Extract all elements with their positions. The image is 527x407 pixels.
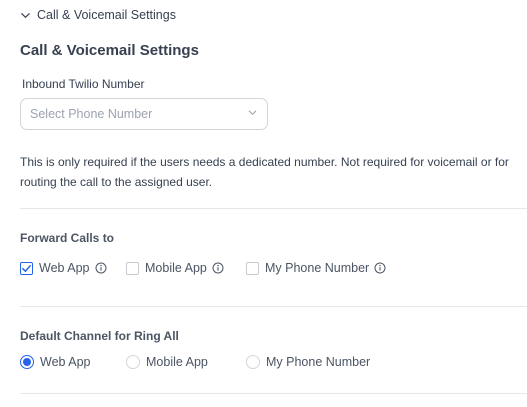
- web-app-label: Web App: [40, 355, 91, 369]
- web-app-checkbox[interactable]: [20, 261, 33, 275]
- forward-option-mobile-app[interactable]: Mobile App: [126, 261, 224, 275]
- divider: [20, 306, 527, 307]
- my-phone-number-label: My Phone Number: [266, 355, 371, 369]
- section-title: Call & Voicemail Settings: [20, 42, 199, 59]
- info-icon[interactable]: [95, 262, 107, 274]
- channel-option-my-phone-number[interactable]: My Phone Number: [246, 355, 370, 369]
- phone-number-select[interactable]: Select Phone Number: [20, 98, 268, 130]
- my-phone-number-radio[interactable]: [246, 355, 260, 369]
- info-icon[interactable]: [212, 262, 224, 274]
- chevron-down-icon: [20, 10, 31, 21]
- mobile-app-radio[interactable]: [126, 355, 140, 369]
- divider: [20, 393, 527, 394]
- info-icon[interactable]: [374, 262, 386, 274]
- forward-option-web-app[interactable]: Web App: [20, 261, 107, 275]
- checkmark-icon: [22, 264, 31, 272]
- inbound-number-label: Inbound Twilio Number: [22, 77, 145, 91]
- channel-option-web-app[interactable]: Web App: [20, 355, 91, 369]
- my-phone-number-label: My Phone Number: [265, 261, 370, 275]
- select-placeholder: Select Phone Number: [30, 107, 153, 121]
- inbound-number-help-text: This is only required if the users needs…: [20, 155, 509, 189]
- my-phone-number-checkbox[interactable]: [246, 261, 259, 275]
- forward-option-my-phone-number[interactable]: My Phone Number: [246, 261, 386, 275]
- mobile-app-label: Mobile App: [146, 355, 208, 369]
- chevron-down-icon: [247, 107, 258, 121]
- collapse-header-label: Call & Voicemail Settings: [37, 8, 176, 22]
- collapse-header[interactable]: Call & Voicemail Settings: [20, 8, 176, 22]
- channel-option-mobile-app[interactable]: Mobile App: [126, 355, 208, 369]
- mobile-app-label: Mobile App: [145, 261, 207, 275]
- web-app-label: Web App: [39, 261, 90, 275]
- mobile-app-checkbox[interactable]: [126, 261, 139, 275]
- forward-calls-label: Forward Calls to: [20, 231, 115, 245]
- divider: [20, 208, 527, 209]
- web-app-radio[interactable]: [20, 355, 34, 369]
- default-channel-label: Default Channel for Ring All: [20, 329, 179, 343]
